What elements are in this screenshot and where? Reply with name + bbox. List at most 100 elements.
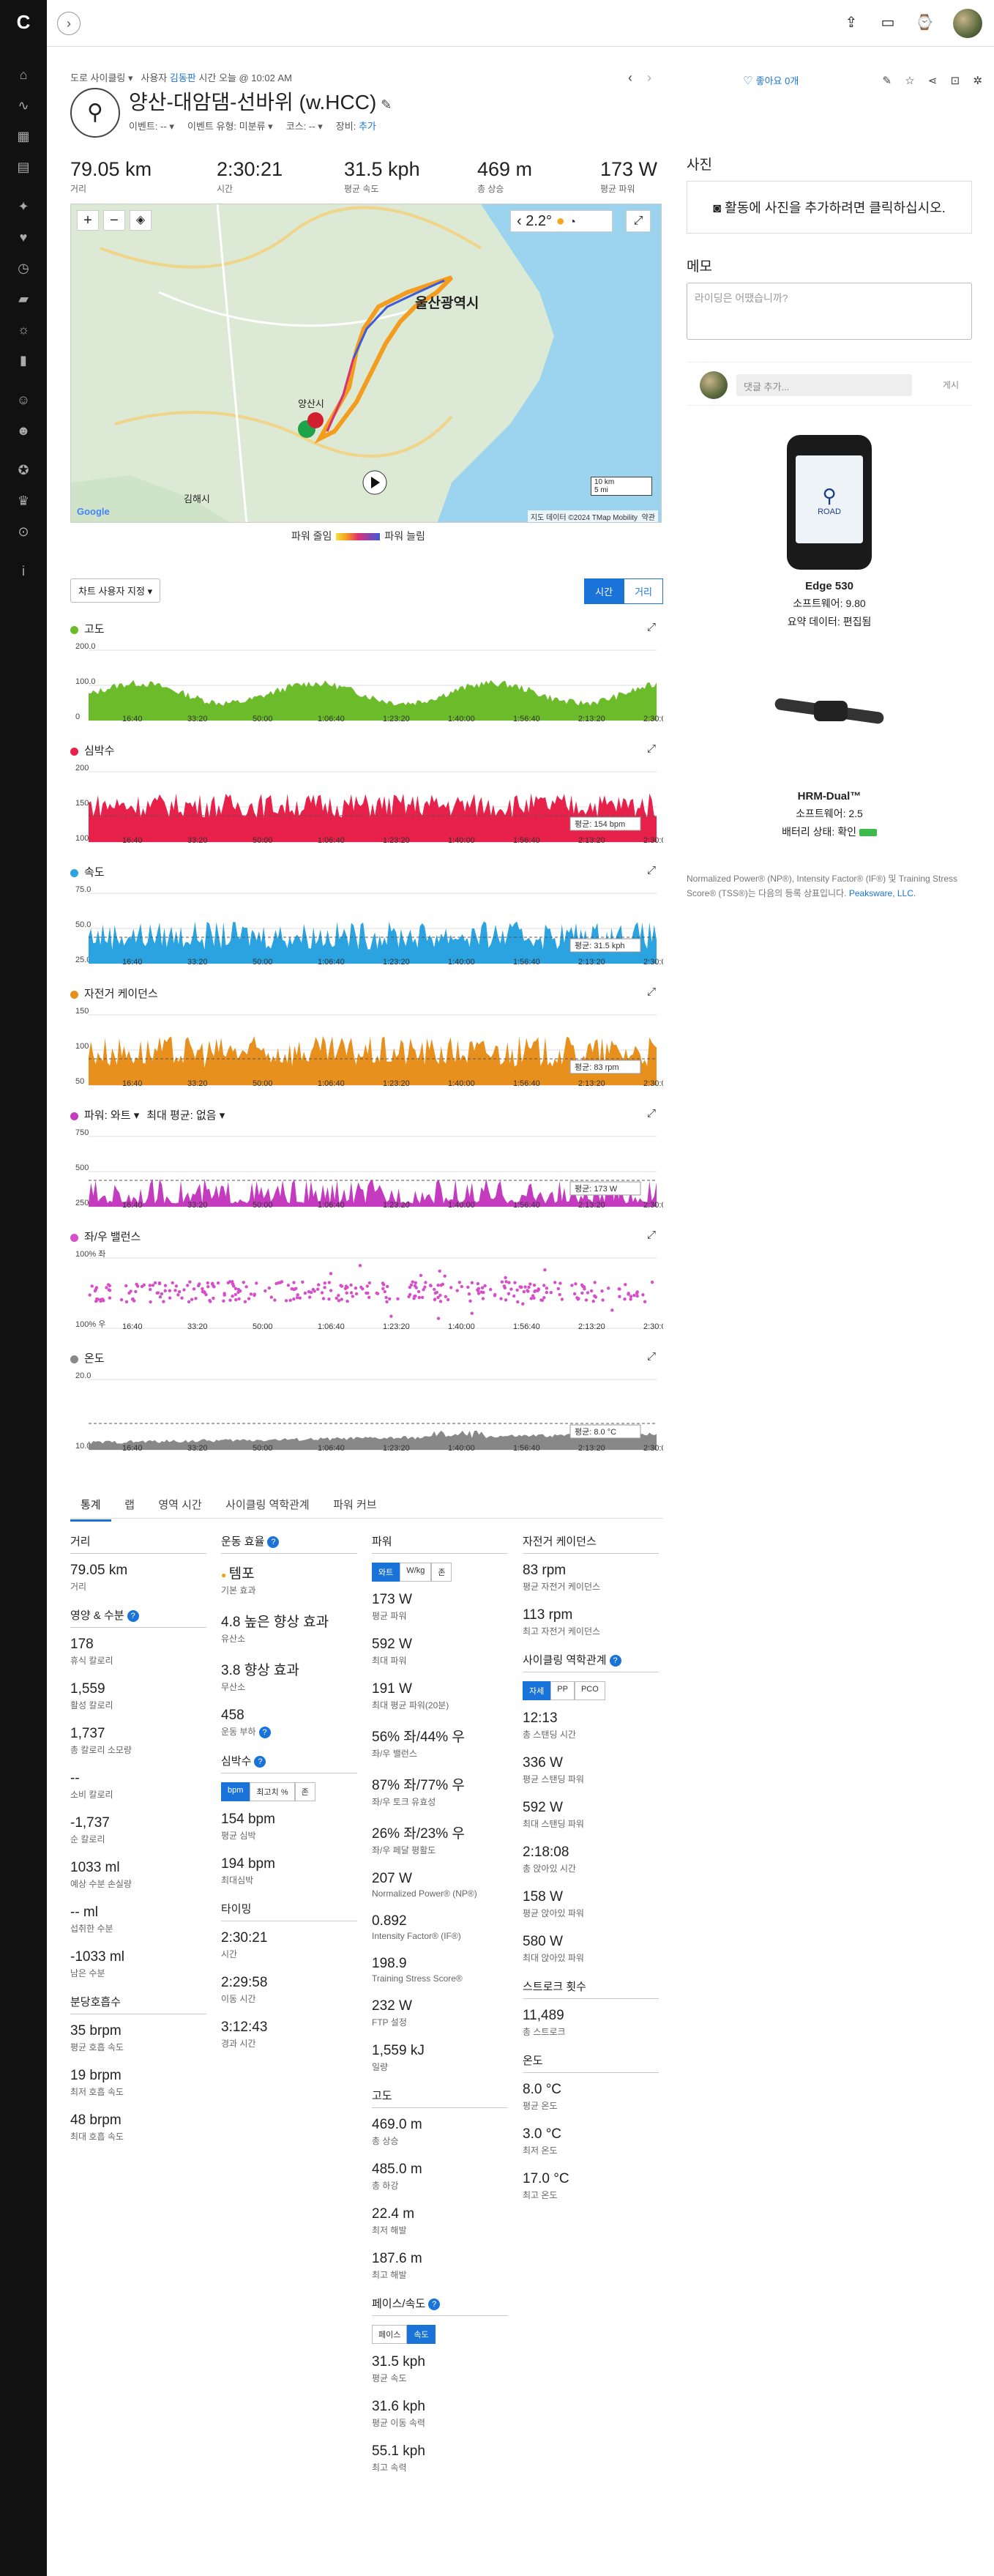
badges-icon[interactable]: ✪	[13, 460, 34, 480]
chart-title[interactable]: 파워: 와트	[84, 1109, 131, 1122]
terms-link[interactable]: 약관	[642, 514, 655, 522]
axis-distance-button[interactable]: 거리	[624, 578, 663, 604]
star-icon[interactable]: ☆	[905, 75, 914, 87]
expand-chart-icon[interactable]: ⤢	[647, 986, 656, 998]
next-activity-icon[interactable]: ›	[647, 70, 651, 85]
chart-plot[interactable]: 200.0 100.0 0 16:40 33:20 50:00 1:06:40 1:23:20…	[70, 641, 663, 737]
settings-icon[interactable]: ⊙	[13, 521, 34, 542]
user-link[interactable]: 김동판	[170, 72, 196, 83]
tab-dynamics[interactable]: 사이클링 역학관계	[215, 1486, 320, 1519]
tab-laps[interactable]: 랩	[114, 1486, 145, 1519]
activity-icon[interactable]: ✦	[13, 196, 34, 217]
prev-activity-icon[interactable]: ‹	[628, 70, 632, 85]
unit-toggle-option[interactable]: W/kg	[400, 1563, 432, 1582]
zoom-in-icon[interactable]: +	[77, 210, 99, 231]
help-icon[interactable]: ?	[267, 1536, 280, 1549]
tab-stats[interactable]: 통계	[70, 1486, 111, 1522]
chart-plot[interactable]: 20.010.0 16:40 33:20 50:00 1:06:40 1:23:20 1:4…	[70, 1371, 663, 1466]
dashboard-icon[interactable]: ⌂	[13, 64, 34, 85]
expand-chart-icon[interactable]: ⤢	[647, 621, 656, 633]
stat-value: 83 rpm	[523, 1563, 659, 1579]
insights-icon[interactable]: ☼	[13, 319, 34, 340]
chart-plot[interactable]: 200 150 100 16:40 33:20 50:00 1:06:40 1:23:20 1:…	[70, 763, 663, 858]
unit-toggle-option[interactable]: 페이스	[372, 2325, 408, 2344]
unit-toggle-option[interactable]: 와트	[372, 1563, 400, 1582]
reports-icon[interactable]: ▮	[13, 350, 34, 371]
comment-input[interactable]: 댓글 추가...	[736, 374, 912, 396]
zoom-out-icon[interactable]: −	[103, 210, 125, 231]
upload-icon[interactable]: ⇪	[840, 13, 862, 34]
activity-title[interactable]: 양산-대암댐-선바위 (w.HCC) ✎	[129, 86, 392, 116]
balance-point	[367, 1281, 372, 1285]
chevron-down-icon[interactable]: ▾	[217, 1109, 225, 1122]
chart-plot[interactable]: 750 500 250 16:40 33:20 50:00 1:06:40 1:23:20 1:…	[70, 1128, 663, 1223]
weather-widget[interactable]: ‹ 2.2° ● ◔	[510, 210, 613, 232]
tab-power-curve[interactable]: 파워 커브	[323, 1486, 386, 1519]
tab-zones[interactable]: 영역 시간	[148, 1486, 212, 1519]
comment-post-button[interactable]: 게시	[943, 379, 959, 391]
calendar-icon[interactable]: ▦	[13, 126, 34, 146]
help-icon[interactable]: ?	[127, 1610, 139, 1623]
connections-icon[interactable]: ☺	[13, 390, 34, 410]
max-avg-select[interactable]: 최대 평균: 없음	[146, 1109, 216, 1122]
unit-toggle-option[interactable]: PCO	[574, 1681, 605, 1700]
trophy-icon[interactable]: ♛	[13, 491, 34, 511]
edit-icon[interactable]: ✎	[882, 75, 892, 87]
peaksware-link[interactable]: Peaksware, LLC.	[849, 888, 916, 898]
expand-sidebar-icon[interactable]: ›	[57, 12, 81, 35]
unit-toggle-option[interactable]: 존	[431, 1563, 452, 1582]
course-select[interactable]: --	[309, 121, 315, 132]
unit-toggle-option[interactable]: PP	[550, 1681, 575, 1700]
unit-toggle-option[interactable]: 속도	[407, 2325, 436, 2344]
pencil-icon[interactable]: ✎	[381, 97, 392, 112]
heart-icon[interactable]: ♡	[743, 75, 752, 87]
unit-toggle-option[interactable]: 존	[294, 1782, 315, 1801]
route-map[interactable]: + − ◈ ‹ 2.2° ● ◔ ⤢ 울산광역시 양산시 김해시 10 km 5…	[70, 204, 662, 523]
help-icon[interactable]: ?	[428, 2298, 441, 2311]
health-icon[interactable]: ♥	[13, 227, 34, 247]
add-photo-button[interactable]: ◙ 활동에 사진을 추가하려면 클릭하십시오.	[687, 181, 972, 234]
stopwatch-icon[interactable]: ◷	[13, 258, 34, 278]
chevron-down-icon[interactable]: ▾	[131, 1109, 140, 1122]
lock-icon[interactable]: ⊡	[951, 75, 960, 87]
layers-icon[interactable]: ◈	[130, 210, 152, 231]
info-icon[interactable]: i	[13, 561, 34, 581]
unit-toggle-option[interactable]: 자세	[523, 1681, 551, 1700]
unit-toggle-option[interactable]: bpm	[221, 1782, 250, 1801]
unit-toggle-option[interactable]: 최고치 %	[250, 1782, 295, 1801]
news-icon[interactable]: ▤	[13, 157, 34, 177]
notes-input[interactable]: 라이딩은 어땠습니까?	[687, 283, 972, 340]
shoe-icon[interactable]: ▰	[13, 289, 34, 309]
groups-icon[interactable]: ☻	[13, 420, 34, 441]
help-icon[interactable]: ?	[258, 1726, 271, 1738]
x-tick-label: 1:56:40	[513, 1079, 540, 1088]
fullscreen-icon[interactable]: ⤢	[626, 210, 651, 232]
expand-chart-icon[interactable]: ⤢	[647, 1350, 656, 1363]
expand-chart-icon[interactable]: ⤢	[647, 1107, 656, 1120]
garmin-logo-icon[interactable]: C	[12, 10, 35, 34]
stat-label-text: 평균 온도	[523, 2101, 558, 2111]
gear-add-link[interactable]: 추가	[359, 121, 376, 132]
activity-type-select[interactable]: 도로 사이클링	[70, 72, 125, 83]
expand-chart-icon[interactable]: ⤢	[647, 864, 656, 876]
event-select[interactable]: --	[160, 121, 167, 132]
trends-icon[interactable]: ∿	[13, 95, 34, 116]
chart-plot[interactable]: 100% 좌 100% 우 16:40 33:20 50:00 1:06:40 1:23:2…	[70, 1249, 663, 1344]
watch-icon[interactable]: ⌚	[913, 13, 935, 34]
gear-icon[interactable]: ✲	[973, 75, 982, 87]
chart-plot[interactable]: 150 100 50 16:40 33:20 50:00 1:06:40 1:23:20 1:4…	[70, 1006, 663, 1101]
avatar[interactable]	[953, 9, 982, 38]
help-icon[interactable]: ?	[254, 1755, 266, 1768]
axis-time-button[interactable]: 시간	[584, 578, 624, 604]
event-type-select[interactable]: 미분류	[239, 121, 266, 132]
chart-plot[interactable]: 75.050.025.0 16:40 33:20 50:00 1:06:40 1:23:2…	[70, 885, 663, 980]
share-icon[interactable]: ⋖	[928, 75, 938, 87]
expand-chart-icon[interactable]: ⤢	[647, 1229, 656, 1241]
customize-charts-select[interactable]: 차트 사용자 지정 ▾	[70, 578, 161, 603]
inbox-icon[interactable]: ▭	[877, 13, 899, 34]
expand-chart-icon[interactable]: ⤢	[647, 742, 656, 755]
end-marker[interactable]	[307, 412, 324, 428]
chart-header: 좌/우 밸런스	[70, 1229, 141, 1244]
help-icon[interactable]: ?	[609, 1655, 621, 1667]
like-count[interactable]: 좋아요 0개	[756, 75, 799, 86]
